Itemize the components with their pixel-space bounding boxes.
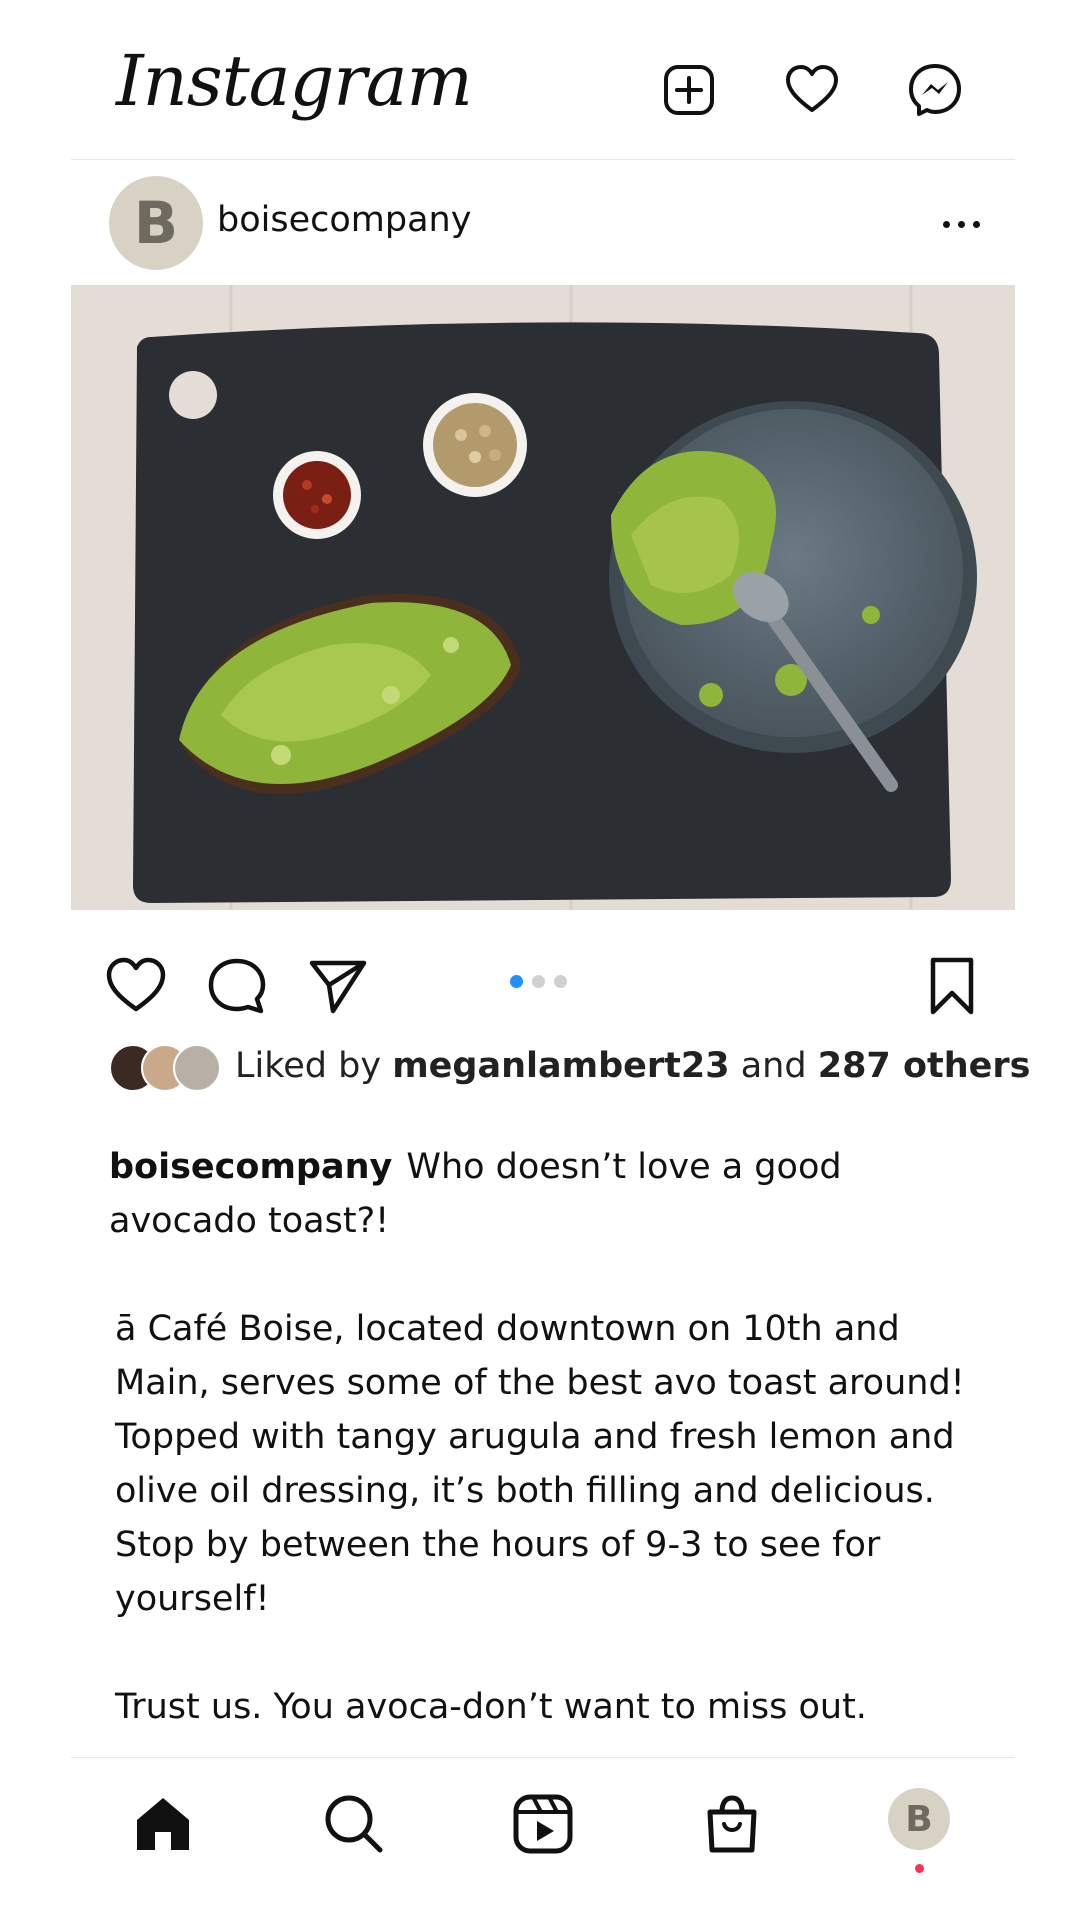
more-options-icon[interactable] bbox=[931, 212, 991, 236]
carousel-dot-active bbox=[510, 975, 523, 988]
post-header: B boisecompany bbox=[71, 160, 1015, 284]
post-caption: boisecompany Who doesn’t love a good avoc… bbox=[109, 1140, 979, 1734]
liker-avatar bbox=[173, 1044, 221, 1092]
heart-icon[interactable] bbox=[784, 62, 840, 118]
likes-row: Liked by meganlambert23 and 287 others bbox=[109, 1042, 1031, 1092]
likes-text[interactable]: Liked by meganlambert23 and 287 others bbox=[235, 1046, 1031, 1086]
new-post-icon[interactable] bbox=[661, 62, 717, 118]
caption-text: ā Café Boise, located downtown on 10th a… bbox=[115, 1309, 965, 1619]
caption-username[interactable]: boisecompany bbox=[109, 1147, 392, 1187]
likes-prefix: Liked by bbox=[235, 1046, 382, 1086]
carousel-indicator bbox=[510, 975, 567, 988]
carousel-dot bbox=[554, 975, 567, 988]
bookmark-icon[interactable] bbox=[921, 955, 983, 1017]
post-username[interactable]: boisecompany bbox=[217, 200, 471, 240]
top-bar: Instagram bbox=[71, 0, 1015, 160]
reels-icon[interactable] bbox=[511, 1792, 575, 1856]
app-frame: Instagram B boisecompany Liked by meganl… bbox=[71, 0, 1031, 1921]
liker-avatars[interactable] bbox=[109, 1042, 229, 1092]
comment-icon[interactable] bbox=[206, 955, 268, 1017]
carousel-dot bbox=[532, 975, 545, 988]
post-avatar[interactable]: B bbox=[109, 176, 203, 270]
caption-text: Trust us. You avoca-don’t want to miss o… bbox=[115, 1687, 867, 1727]
shop-icon[interactable] bbox=[700, 1792, 764, 1856]
profile-avatar[interactable]: B bbox=[888, 1788, 950, 1850]
post-image[interactable] bbox=[71, 285, 1015, 910]
like-heart-icon[interactable] bbox=[105, 955, 167, 1017]
likes-others[interactable]: 287 others bbox=[818, 1046, 1031, 1086]
search-icon[interactable] bbox=[322, 1792, 386, 1856]
post-actions bbox=[71, 945, 1015, 1015]
likes-and: and bbox=[740, 1046, 807, 1086]
share-icon[interactable] bbox=[307, 955, 369, 1017]
caption-line: boisecompany Who doesn’t love a good avoc… bbox=[109, 1140, 979, 1248]
likes-user[interactable]: meganlambert23 bbox=[392, 1046, 729, 1086]
messenger-icon[interactable] bbox=[907, 62, 963, 118]
notification-dot bbox=[915, 1864, 924, 1873]
bottom-nav: B bbox=[71, 1757, 1015, 1921]
avocado-toast-photo bbox=[71, 285, 1015, 910]
home-icon[interactable] bbox=[131, 1792, 195, 1856]
instagram-logo[interactable]: Instagram bbox=[116, 40, 473, 122]
